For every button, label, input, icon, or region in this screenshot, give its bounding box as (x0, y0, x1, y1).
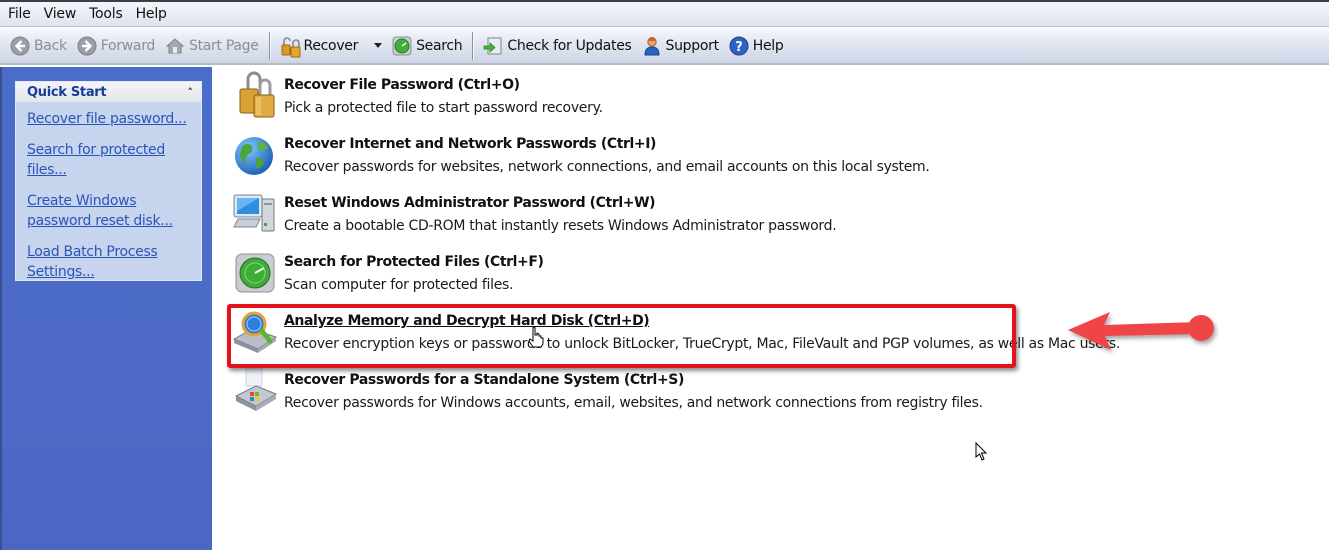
task-description: Create a bootable CD-ROM that instantly … (284, 218, 837, 234)
forward-button[interactable]: Forward (73, 32, 159, 60)
padlocks-icon (280, 36, 301, 57)
task-title[interactable]: Recover File Password (Ctrl+O) (284, 76, 603, 94)
task-description: Pick a protected file to start password … (284, 100, 603, 116)
toolbar-separator (268, 31, 270, 60)
quick-link-recover-file-password[interactable]: Recover file password... (27, 109, 192, 129)
task-description: Recover passwords for Windows accounts, … (284, 395, 983, 411)
home-icon (165, 36, 185, 56)
quick-link-create-reset-disk[interactable]: Create Windows password reset disk... (27, 191, 192, 231)
menu-tools[interactable]: Tools (89, 6, 123, 22)
quick-start-panel: Quick Start ˄ Recover file password... S… (15, 81, 202, 281)
support-person-icon (642, 36, 662, 56)
recover-dropdown-arrow[interactable] (374, 43, 383, 48)
radar-search-icon (392, 36, 412, 56)
svg-text:?: ? (735, 40, 743, 55)
check-for-updates-label: Check for Updates (507, 37, 632, 54)
search-label: Search (416, 37, 463, 54)
menu-help[interactable]: Help (136, 6, 167, 22)
back-label: Back (34, 37, 67, 54)
task-recover-standalone-system[interactable]: Recover Passwords for a Standalone Syste… (232, 364, 983, 416)
task-title[interactable]: Recover Internet and Network Passwords (… (284, 135, 930, 153)
menu-view[interactable]: View (44, 6, 77, 22)
computer-icon (232, 187, 280, 235)
task-reset-windows-admin-password[interactable]: Reset Windows Administrator Password (Ct… (232, 187, 837, 239)
quick-start-header[interactable]: Quick Start ˄ (16, 82, 201, 102)
task-analyze-memory-decrypt-disk[interactable]: Analyze Memory and Decrypt Hard Disk (Ct… (232, 305, 1120, 357)
help-button[interactable]: ? Help (725, 32, 788, 60)
annotation-arrow-icon (1068, 312, 1214, 350)
forward-label: Forward (100, 37, 156, 54)
quick-start-title: Quick Start (27, 84, 107, 100)
search-button[interactable]: Search (388, 32, 466, 60)
sidebar: Quick Start ˄ Recover file password... S… (0, 67, 212, 550)
support-button[interactable]: Support (638, 32, 723, 60)
hand-pointer-cursor-icon (528, 326, 544, 348)
task-description: Recover passwords for websites, network … (284, 159, 930, 175)
help-question-icon: ? (729, 36, 749, 56)
task-description: Scan computer for protected files. (284, 277, 514, 293)
toolbar-separator (472, 31, 474, 60)
task-title[interactable]: Analyze Memory and Decrypt Hard Disk (Ct… (284, 312, 1120, 330)
help-label: Help (752, 37, 784, 54)
registry-drive-icon (232, 364, 280, 412)
padlock-icon (232, 69, 280, 118)
toolbar: Back Forward Start Page Recover Search C… (0, 28, 1329, 65)
collapse-chevron-icon[interactable]: ˄ (188, 86, 194, 99)
task-recover-internet-passwords[interactable]: Recover Internet and Network Passwords (… (232, 128, 930, 180)
start-page-label: Start Page (189, 37, 259, 54)
recover-label: Recover (303, 37, 359, 54)
task-title[interactable]: Recover Passwords for a Standalone Syste… (284, 371, 983, 389)
quick-link-search-protected-files[interactable]: Search for protected files... (27, 140, 192, 180)
menu-bar: File View Tools Help (0, 2, 1329, 27)
support-label: Support (665, 37, 720, 54)
radar-search-icon (232, 246, 280, 294)
start-page-button[interactable]: Start Page (161, 32, 263, 60)
task-title[interactable]: Reset Windows Administrator Password (Ct… (284, 194, 836, 212)
check-for-updates-button[interactable]: Check for Updates (479, 32, 635, 60)
forward-arrow-icon (77, 36, 97, 56)
task-description: Recover encryption keys or passwords to … (284, 336, 1121, 352)
globe-icon (232, 128, 280, 176)
mouse-pointer-cursor-icon (975, 442, 988, 461)
task-recover-file-password[interactable]: Recover File Password (Ctrl+O) Pick a pr… (232, 69, 603, 121)
quick-link-load-batch-settings[interactable]: Load Batch Process Settings... (27, 242, 192, 282)
update-icon (483, 36, 503, 56)
quick-start-links: Recover file password... Search for prot… (16, 102, 201, 282)
back-button[interactable]: Back (6, 32, 71, 60)
disk-magnifier-icon (232, 305, 280, 353)
task-title[interactable]: Search for Protected Files (Ctrl+F) (284, 253, 544, 271)
back-arrow-icon (10, 36, 30, 56)
task-search-protected-files[interactable]: Search for Protected Files (Ctrl+F) Scan… (232, 246, 544, 298)
recover-button[interactable]: Recover (276, 32, 363, 60)
menu-file[interactable]: File (8, 6, 31, 22)
